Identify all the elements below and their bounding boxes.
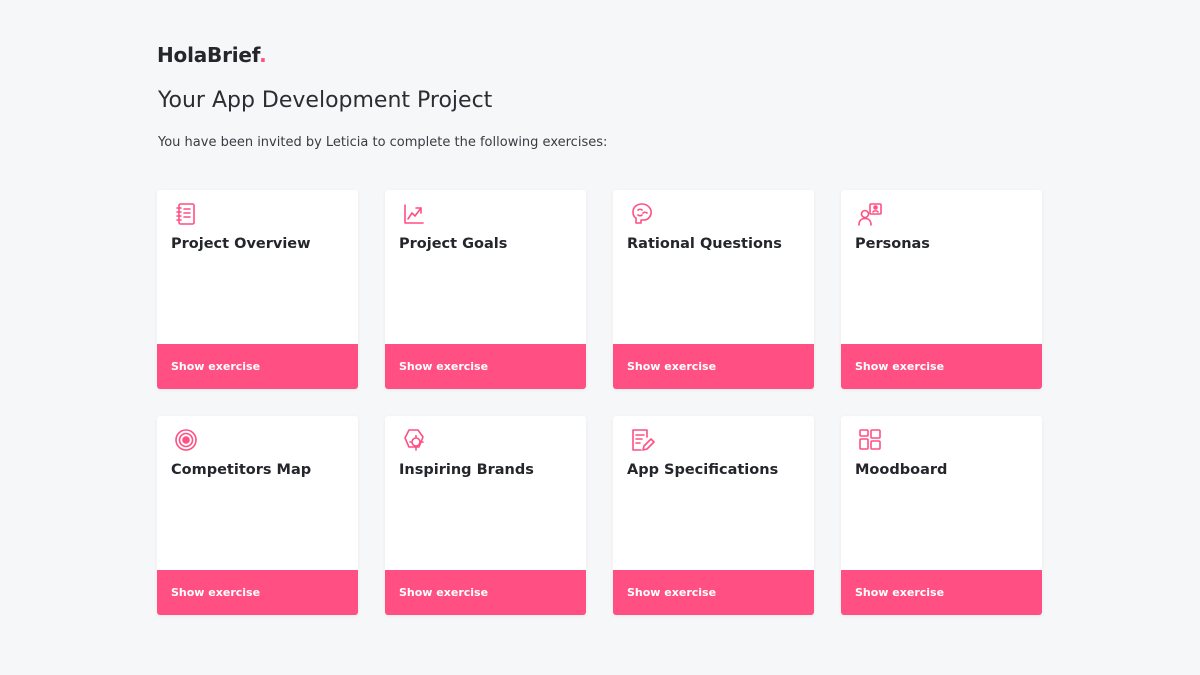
card-title: Competitors Map [171,462,312,478]
card-title: Project Goals [399,236,508,252]
show-exercise-label: Show exercise [171,360,261,373]
lightbulb-icon [401,427,427,453]
brand-dot: . [259,43,267,67]
card-title: Moodboard [855,462,948,478]
exercise-card-app-specifications: App Specifications Show exercise [613,416,814,615]
growth-chart-icon [401,201,427,227]
show-exercise-button[interactable]: Show exercise [385,570,586,615]
grid-layout-icon [857,427,883,453]
show-exercise-button[interactable]: Show exercise [841,570,1042,615]
exercise-card-moodboard: Moodboard Show exercise [841,416,1042,615]
exercise-card-personas: Personas Show exercise [841,190,1042,389]
page-title: Your App Development Project [158,88,493,113]
card-title: Inspiring Brands [399,462,534,478]
document-edit-icon [629,427,655,453]
card-title: App Specifications [627,462,779,478]
show-exercise-label: Show exercise [627,586,717,599]
card-title: Personas [855,236,930,252]
exercise-grid: Project Overview Show exercise Project G… [157,190,1042,615]
exercise-card-inspiring-brands: Inspiring Brands Show exercise [385,416,586,615]
show-exercise-button[interactable]: Show exercise [613,344,814,389]
exercise-card-project-goals: Project Goals Show exercise [385,190,586,389]
brand-name: HolaBrief [157,43,260,67]
brain-icon [629,201,655,227]
card-title: Project Overview [171,236,311,252]
show-exercise-label: Show exercise [171,586,261,599]
show-exercise-button[interactable]: Show exercise [385,344,586,389]
show-exercise-button[interactable]: Show exercise [157,570,358,615]
persona-icon [857,201,883,227]
exercise-card-competitors-map: Competitors Map Show exercise [157,416,358,615]
show-exercise-button[interactable]: Show exercise [613,570,814,615]
card-title: Rational Questions [627,236,782,252]
brand-logo[interactable]: HolaBrief. [157,43,267,67]
show-exercise-label: Show exercise [855,360,945,373]
show-exercise-button[interactable]: Show exercise [157,344,358,389]
target-icon [173,427,199,453]
show-exercise-label: Show exercise [855,586,945,599]
notebook-icon [173,201,199,227]
invite-subtitle: You have been invited by Leticia to comp… [158,135,608,150]
show-exercise-label: Show exercise [399,586,489,599]
exercise-card-project-overview: Project Overview Show exercise [157,190,358,389]
page: HolaBrief. Your App Development Project … [0,0,1200,675]
show-exercise-button[interactable]: Show exercise [841,344,1042,389]
show-exercise-label: Show exercise [399,360,489,373]
show-exercise-label: Show exercise [627,360,717,373]
exercise-card-rational-questions: Rational Questions Show exercise [613,190,814,389]
